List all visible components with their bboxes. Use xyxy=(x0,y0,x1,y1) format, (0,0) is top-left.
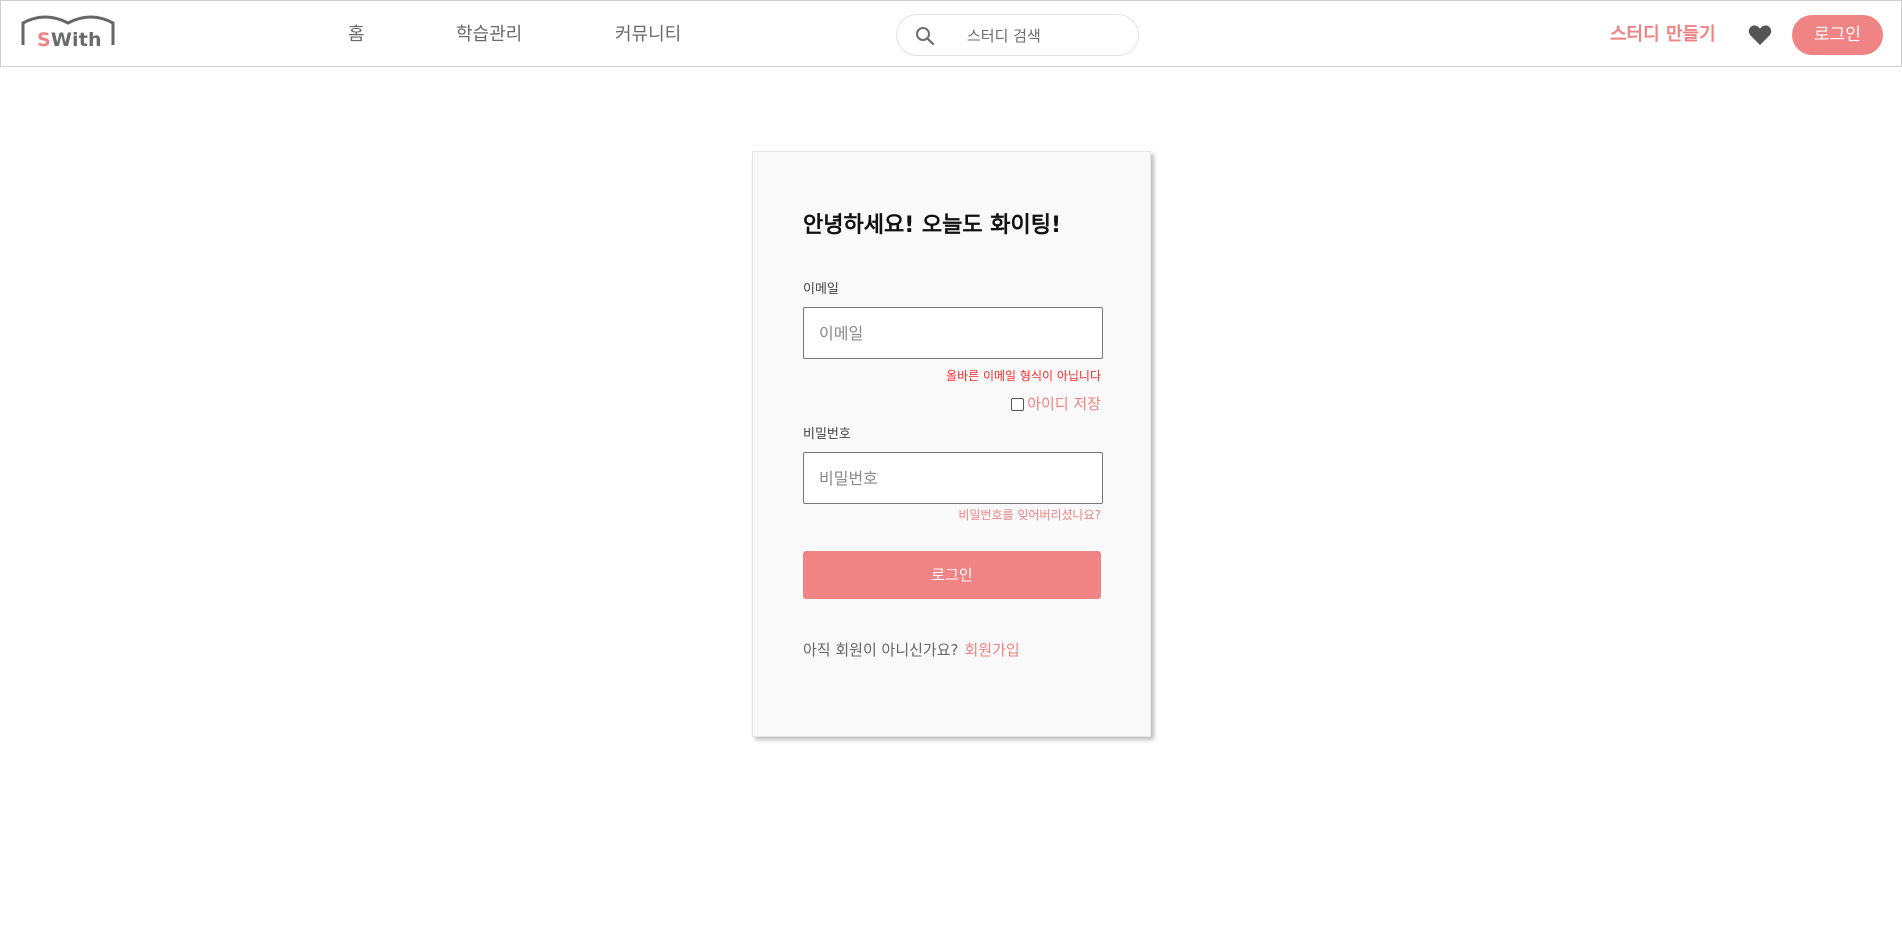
swith-logo[interactable]: SWith xyxy=(21,15,115,51)
email-error-message: 올바른 이메일 형식이 아닙니다 xyxy=(946,369,1101,383)
signup-link[interactable]: 회원가입 xyxy=(965,641,1020,659)
password-field[interactable] xyxy=(803,452,1103,504)
remember-id-checkbox[interactable]: 아이디 저장 xyxy=(1011,395,1101,413)
nav-home[interactable]: 홈 xyxy=(348,24,365,46)
greeting-title: 안녕하세요! 오늘도 화이팅! xyxy=(803,213,1062,238)
top-navigation-bar: SWith 홈 학습관리 커뮤니티 스터디 검색 스터디 만들기 로그인 xyxy=(0,0,1902,67)
email-label: 이메일 xyxy=(803,282,839,297)
checkbox-icon[interactable] xyxy=(1011,397,1025,411)
heart-icon[interactable] xyxy=(1748,24,1772,46)
remember-id-label: 아이디 저장 xyxy=(1027,395,1101,413)
create-study-link[interactable]: 스터디 만들기 xyxy=(1610,24,1716,46)
login-submit-button[interactable]: 로그인 xyxy=(803,551,1101,599)
search-icon xyxy=(916,27,935,46)
header-login-button[interactable]: 로그인 xyxy=(1792,15,1883,55)
nav-study-management[interactable]: 학습관리 xyxy=(456,24,522,46)
signup-question: 아직 회원이 아니신가요? xyxy=(803,641,959,659)
email-field[interactable] xyxy=(803,307,1103,359)
forgot-password-link[interactable]: 비밀번호를 잊어버리셨나요? xyxy=(958,508,1101,523)
study-search-bar[interactable]: 스터디 검색 xyxy=(896,14,1139,56)
nav-community[interactable]: 커뮤니티 xyxy=(615,24,681,46)
signup-prompt: 아직 회원이 아니신가요? 회원가입 xyxy=(803,640,1020,660)
logo-word: With xyxy=(50,29,102,51)
login-card: 안녕하세요! 오늘도 화이팅! 이메일 올바른 이메일 형식이 아닙니다 아이디… xyxy=(752,151,1151,737)
logo-letter-s: S xyxy=(37,29,51,51)
logo-text: SWith xyxy=(37,29,102,51)
password-label: 비밀번호 xyxy=(803,427,851,442)
search-placeholder: 스터디 검색 xyxy=(967,27,1041,45)
